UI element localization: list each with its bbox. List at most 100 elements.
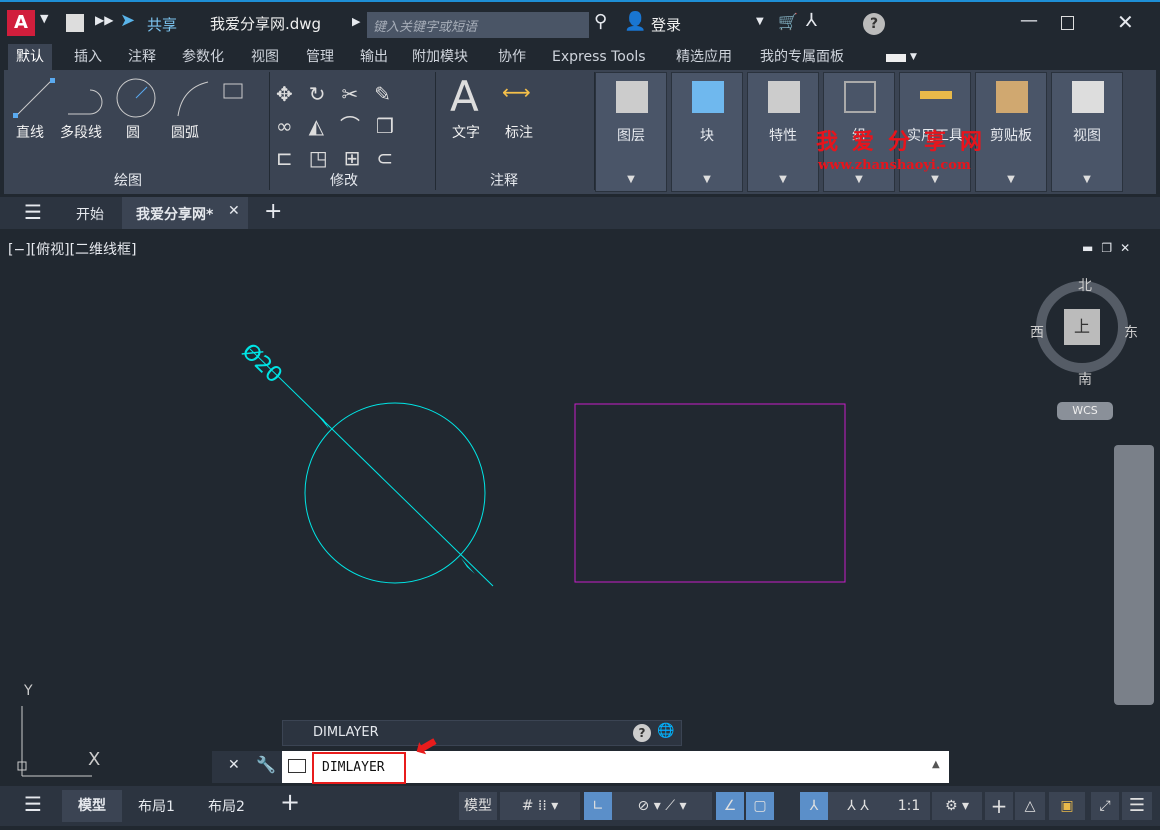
command-history-toggle-icon[interactable]: ▲ — [932, 759, 940, 770]
app-logo[interactable]: A — [7, 10, 35, 36]
share-button[interactable]: 共享 — [147, 14, 177, 35]
tab-layout1[interactable]: 布局1 — [138, 796, 175, 816]
properties-icon — [768, 81, 800, 113]
tab-view[interactable]: 视图 — [243, 44, 287, 70]
rectangle-entity — [574, 403, 846, 583]
drawing-canvas[interactable]: [−][俯视][二维线框] ▬❐✕ Ø20 Y X 上 北 南 西 东 WCS … — [2, 231, 1158, 786]
clipboard-icon — [996, 81, 1028, 113]
tab-default[interactable]: 默认 — [8, 44, 52, 70]
customize-wrench-icon[interactable]: 🔧 — [256, 755, 276, 774]
cleanscreen-icon[interactable]: ▣ — [1049, 792, 1085, 820]
ribbon-dropdown-icon[interactable]: ▼ — [910, 52, 917, 62]
block-panel-button[interactable]: 块 ▼ — [671, 72, 743, 192]
tab-current-file[interactable]: 我爱分享网* ✕ — [122, 197, 248, 229]
tab-manage[interactable]: 管理 — [298, 44, 342, 70]
viewcube-west[interactable]: 西 — [1030, 322, 1044, 342]
tab-output[interactable]: 输出 — [352, 44, 396, 70]
tab-layout2[interactable]: 布局2 — [208, 796, 245, 816]
isolate-objects-button[interactable]: △ — [1015, 792, 1045, 820]
new-tab-button[interactable]: + — [264, 199, 282, 224]
tab-current-label: 我爱分享网* — [136, 207, 214, 223]
dimension-button[interactable]: 标注 — [505, 122, 533, 142]
title-bar: A ▼ ▶▶ ➤ 共享 我爱分享网.dwg ▶ 键入关键字或短语 ⚲ 👤 登录 … — [0, 0, 1160, 42]
tab-my-panel[interactable]: 我的专属面板 — [752, 44, 852, 70]
view-panel-button[interactable]: 视图 ▼ — [1051, 72, 1123, 192]
layers-panel-button[interactable]: 图层 ▼ — [595, 72, 667, 192]
search-input[interactable]: 键入关键字或短语 — [367, 12, 589, 38]
close-tab-icon[interactable]: ✕ — [228, 203, 240, 219]
viewcube-top[interactable]: 上 — [1064, 309, 1100, 345]
command-prompt-icon[interactable] — [288, 759, 306, 773]
lineweight-button[interactable]: ∠ — [716, 792, 744, 820]
line-button[interactable]: 直线 — [16, 122, 44, 142]
login-button[interactable]: 登录 — [651, 14, 681, 35]
annotation-visibility-button[interactable]: ⅄ — [800, 792, 828, 820]
tab-start[interactable]: 开始 — [76, 204, 104, 224]
modify-tools[interactable]: ✥↻✂✎ ∞◭⌒❒ ⊏◳⊞⊂ — [276, 78, 426, 174]
share-icon[interactable]: ➤ — [120, 10, 135, 31]
status-bar: ☰ 模型 布局1 布局2 + 模型 # ⁞⁞ ▾ ∟ ⊘ ▾ ⟋ ▾ ∠ ▢ ⅄… — [0, 786, 1160, 826]
help-icon[interactable]: ? — [633, 724, 651, 742]
workspace-gear-icon[interactable]: ⚙ ▾ — [932, 792, 982, 820]
app-menu-dropdown-icon[interactable]: ▼ — [40, 12, 48, 25]
tab-collaborate[interactable]: 协作 — [490, 44, 534, 70]
help-icon[interactable]: ? — [863, 13, 885, 35]
navigation-bar[interactable] — [1114, 445, 1154, 705]
viewcube-east[interactable]: 东 — [1124, 322, 1138, 342]
tab-model[interactable]: 模型 — [62, 790, 122, 822]
tab-insert[interactable]: 插入 — [66, 44, 110, 70]
wcs-menu[interactable]: WCS — [1057, 402, 1113, 420]
tab-express-tools[interactable]: Express Tools — [544, 44, 654, 70]
grid-snap-buttons[interactable]: # ⁞⁞ ▾ — [500, 792, 580, 820]
autodesk-icon[interactable]: ⅄ — [806, 10, 817, 31]
command-tools: ✕ 🔧 — [212, 751, 284, 783]
measure-icon — [920, 91, 952, 99]
annotation-scale[interactable]: 1:1 — [888, 792, 930, 820]
tab-annotate[interactable]: 注释 — [120, 44, 164, 70]
layers-icon — [616, 81, 648, 113]
more-tools-icon[interactable]: ▶▶ — [95, 13, 113, 27]
viewcube-south[interactable]: 南 — [1078, 369, 1092, 389]
menu-icon[interactable]: ☰ — [24, 200, 42, 224]
model-space-button[interactable]: 模型 — [459, 792, 497, 820]
maximize-button[interactable] — [1061, 16, 1074, 30]
login-dropdown-icon[interactable]: ▼ — [756, 16, 764, 27]
draw-group-label[interactable]: 绘图 — [114, 170, 142, 190]
command-input[interactable]: DIMLAYER ▲ — [282, 751, 949, 784]
ribbon-minimize-icon[interactable] — [886, 54, 906, 62]
ucs-x-label: X — [88, 749, 101, 770]
arc-button[interactable]: 圆弧 — [171, 122, 199, 142]
ortho-button[interactable]: ∟ — [584, 792, 612, 820]
view-icon — [1072, 81, 1104, 113]
globe-icon[interactable]: 🌐 — [657, 723, 674, 739]
modify-group-label[interactable]: 修改 — [330, 170, 358, 190]
new-layout-button[interactable]: + — [280, 788, 300, 816]
crosshair-button[interactable]: + — [985, 792, 1013, 820]
user-icon[interactable]: 👤 — [624, 11, 646, 32]
cart-icon[interactable]: 🛒 — [778, 12, 798, 31]
layouts-menu-icon[interactable]: ☰ — [24, 792, 42, 816]
viewcube-north[interactable]: 北 — [1078, 275, 1092, 295]
expand-icon[interactable]: ▶ — [352, 15, 360, 28]
close-button[interactable]: ✕ — [1117, 10, 1134, 34]
fullscreen-button[interactable]: ⤢ — [1091, 792, 1119, 820]
block-icon — [692, 81, 724, 113]
text-button[interactable]: 文字 — [452, 122, 480, 142]
close-command-icon[interactable]: ✕ — [228, 757, 240, 773]
circle-button[interactable]: 圆 — [126, 122, 140, 142]
tab-addins[interactable]: 附加模块 — [404, 44, 476, 70]
properties-panel-button[interactable]: 特性 ▼ — [747, 72, 819, 192]
new-file-icon[interactable] — [66, 14, 84, 32]
customization-menu-icon[interactable]: ☰ — [1122, 792, 1152, 820]
polyline-button[interactable]: 多段线 — [60, 122, 102, 142]
text-icon: A — [450, 72, 479, 121]
polar-osnap-buttons[interactable]: ⊘ ▾ ⟋ ▾ — [612, 792, 712, 820]
tab-parametric[interactable]: 参数化 — [174, 44, 232, 70]
auto-scale-buttons[interactable]: ⅄ ⅄ — [828, 792, 888, 820]
command-text[interactable]: DIMLAYER — [312, 752, 406, 784]
minimize-button[interactable]: — — [1020, 10, 1038, 31]
selection-cycling-button[interactable]: ▢ — [746, 792, 774, 820]
annotation-group-label[interactable]: 注释 — [490, 170, 518, 190]
tab-featured-apps[interactable]: 精选应用 — [668, 44, 740, 70]
search-icon[interactable]: ⚲ — [594, 11, 607, 32]
